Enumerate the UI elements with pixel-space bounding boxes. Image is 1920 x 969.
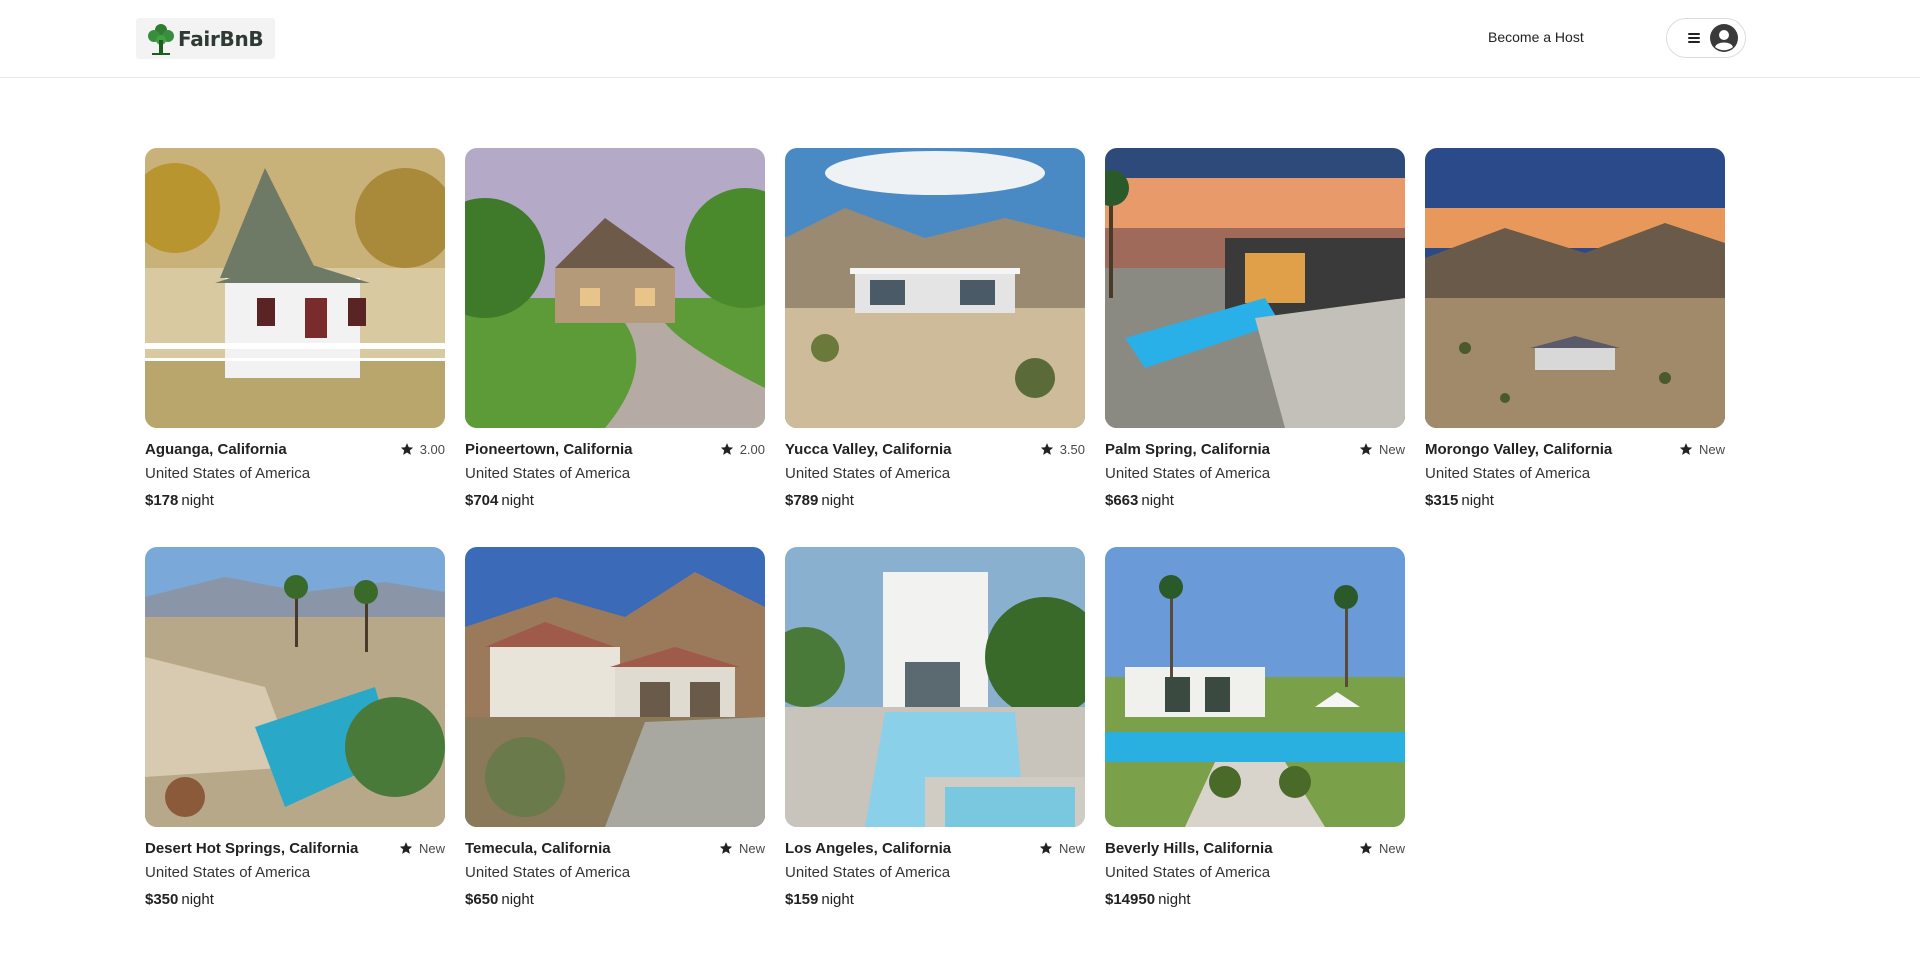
- listing-rating: 3.50: [1040, 442, 1085, 457]
- listing-rating: New: [1359, 841, 1405, 856]
- listing-price: $315: [1425, 492, 1459, 509]
- listing-rating: New: [1679, 442, 1725, 457]
- listing-card[interactable]: Los Angeles, California New United State…: [785, 547, 1085, 909]
- listing-country: United States of America: [1425, 465, 1591, 482]
- listing-price: $14950: [1105, 891, 1156, 908]
- listing-photo[interactable]: [465, 547, 765, 827]
- star-icon: [719, 842, 733, 854]
- listing-price: $704: [465, 492, 499, 509]
- price-unit: night: [1461, 492, 1494, 509]
- listing-photo[interactable]: [1425, 148, 1725, 428]
- listing-price: $178: [145, 492, 179, 509]
- star-icon: [400, 443, 413, 455]
- listing-country: United States of America: [785, 864, 951, 881]
- price-unit: night: [821, 891, 854, 908]
- listing-card[interactable]: Morongo Valley, California New United St…: [1425, 148, 1725, 510]
- listing-card[interactable]: Beverly Hills, California New United Sta…: [1105, 547, 1405, 909]
- star-icon: [1679, 443, 1693, 455]
- listing-card[interactable]: Desert Hot Springs, California New Unite…: [145, 547, 445, 909]
- listing-card[interactable]: Yucca Valley, California 3.50 United Sta…: [785, 148, 1085, 510]
- listing-card[interactable]: Palm Spring, California New United State…: [1105, 148, 1405, 510]
- price-unit: night: [501, 891, 534, 908]
- listing-photo[interactable]: [145, 547, 445, 827]
- listing-rating: 2.00: [720, 442, 765, 457]
- rating-value: New: [1698, 441, 1725, 457]
- listing-rating: New: [399, 841, 445, 856]
- listing-rating: New: [719, 841, 765, 856]
- listing-price-row: $704 night: [465, 492, 534, 509]
- listing-price: $663: [1105, 492, 1139, 509]
- listing-price-row: $14950 night: [1105, 891, 1191, 908]
- rating-value: New: [738, 840, 765, 856]
- listings-grid: Aguanga, California 3.00 United States o…: [0, 0, 1920, 969]
- listing-country: United States of America: [465, 864, 631, 881]
- listing-card[interactable]: Temecula, California New United States o…: [465, 547, 765, 909]
- listing-price: $789: [785, 492, 819, 509]
- rating-value: New: [1378, 441, 1405, 457]
- rating-value: 2.00: [739, 441, 765, 457]
- listing-price-row: $789 night: [785, 492, 854, 509]
- star-icon: [1039, 842, 1053, 854]
- price-unit: night: [1141, 492, 1174, 509]
- listing-title: Pioneertown, California: [465, 440, 633, 458]
- listing-country: United States of America: [1105, 465, 1271, 482]
- listing-price-row: $663 night: [1105, 492, 1174, 509]
- listing-rating: New: [1039, 841, 1085, 856]
- star-icon: [1040, 443, 1053, 455]
- star-icon: [1359, 443, 1373, 455]
- price-unit: night: [821, 492, 854, 509]
- listing-photo[interactable]: [145, 148, 445, 428]
- listing-price-row: $315 night: [1425, 492, 1494, 509]
- listing-title: Temecula, California: [465, 839, 611, 857]
- star-icon: [399, 842, 413, 854]
- rating-value: 3.50: [1059, 441, 1085, 457]
- listing-photo[interactable]: [785, 547, 1085, 827]
- listing-price: $159: [785, 891, 819, 908]
- listing-photo[interactable]: [1105, 148, 1405, 428]
- rating-value: New: [1378, 840, 1405, 856]
- listing-photo[interactable]: [785, 148, 1085, 428]
- listing-title: Desert Hot Springs, California: [145, 839, 359, 857]
- listing-country: United States of America: [145, 864, 311, 881]
- listing-price: $350: [145, 891, 179, 908]
- listing-country: United States of America: [465, 465, 631, 482]
- listing-photo[interactable]: [1105, 547, 1405, 827]
- listing-price-row: $178 night: [145, 492, 214, 509]
- price-unit: night: [501, 492, 534, 509]
- price-unit: night: [181, 891, 214, 908]
- price-unit: night: [181, 492, 214, 509]
- listing-photo[interactable]: [465, 148, 765, 428]
- rating-value: New: [418, 840, 445, 856]
- listing-title: Palm Spring, California: [1105, 440, 1271, 458]
- star-icon: [720, 443, 733, 455]
- listing-title: Morongo Valley, California: [1425, 440, 1613, 458]
- listing-title: Los Angeles, California: [785, 839, 952, 857]
- price-unit: night: [1158, 891, 1191, 908]
- listing-price-row: $650 night: [465, 891, 534, 908]
- listing-country: United States of America: [785, 465, 951, 482]
- listing-rating: 3.00: [400, 442, 445, 457]
- listing-price: $650: [465, 891, 499, 908]
- rating-value: 3.00: [419, 441, 445, 457]
- listing-price-row: $350 night: [145, 891, 214, 908]
- listing-country: United States of America: [1105, 864, 1271, 881]
- listing-title: Yucca Valley, California: [785, 440, 952, 458]
- star-icon: [1359, 842, 1373, 854]
- listing-card[interactable]: Pioneertown, California 2.00 United Stat…: [465, 148, 765, 510]
- listing-country: United States of America: [145, 465, 311, 482]
- listing-rating: New: [1359, 442, 1405, 457]
- listing-price-row: $159 night: [785, 891, 854, 908]
- listing-title: Beverly Hills, California: [1105, 839, 1273, 857]
- rating-value: New: [1058, 840, 1085, 856]
- listing-title: Aguanga, California: [145, 440, 287, 458]
- listing-card[interactable]: Aguanga, California 3.00 United States o…: [145, 148, 445, 510]
